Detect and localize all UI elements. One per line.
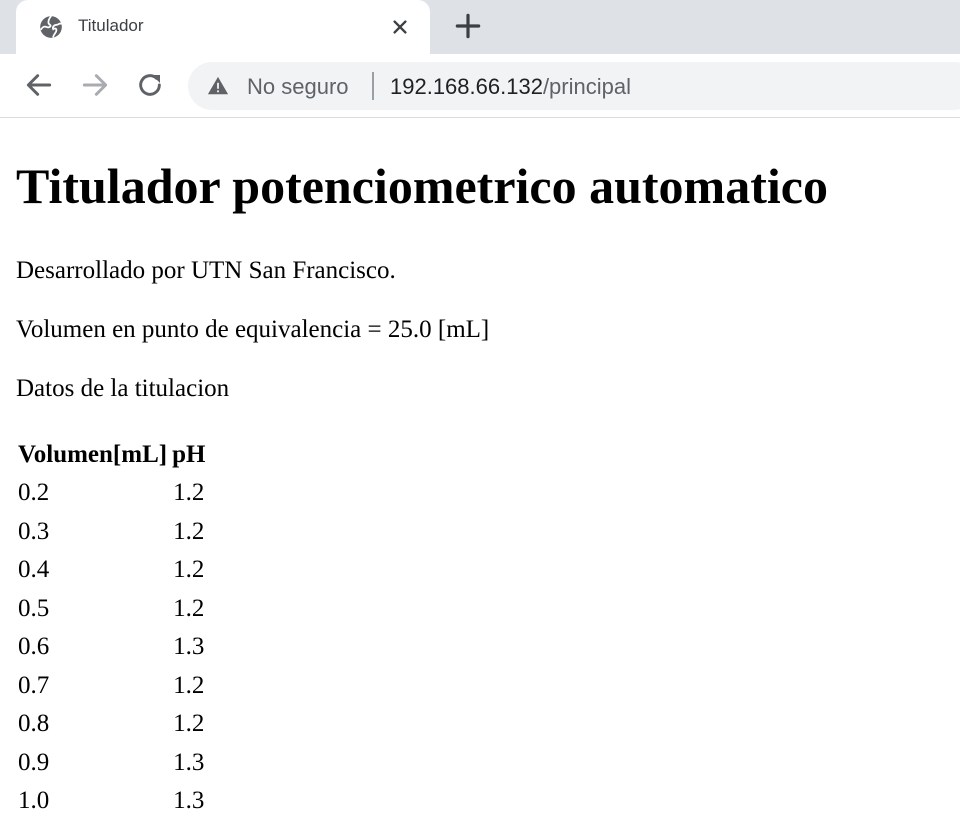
table-row: 0.8 1.2 — [18, 705, 205, 744]
ph-cell: 1.2 — [173, 556, 205, 584]
close-icon[interactable] — [387, 14, 413, 40]
address-bar[interactable]: No seguro 192.168.66.132/principal — [188, 62, 960, 110]
browser-toolbar: No seguro 192.168.66.132/principal — [0, 54, 960, 118]
column-header-volume: Volumen[mL] — [18, 441, 168, 468]
table-row: 0.6 1.3 — [18, 628, 205, 667]
volume-cell: 0.8 — [18, 710, 50, 738]
plus-icon[interactable] — [452, 10, 484, 42]
table-row: 0.3 1.2 — [18, 513, 205, 552]
ph-cell: 1.3 — [173, 633, 205, 661]
volume-cell: 0.6 — [18, 633, 50, 661]
volume-cell: 1.0 — [18, 787, 50, 815]
url-text[interactable]: 192.168.66.132/principal — [390, 74, 631, 100]
column-header-ph: pH — [172, 441, 206, 468]
volume-cell: 0.4 — [18, 556, 50, 584]
equivalence-volume-text: Volumen en punto de equivalencia = 25.0 … — [16, 316, 490, 343]
reload-icon[interactable] — [134, 69, 166, 101]
table-row: 0.9 1.3 — [18, 744, 205, 783]
table-row: 0.2 1.2 — [18, 474, 205, 513]
ph-cell: 1.2 — [173, 594, 205, 622]
page-title: Titulador potenciometrico automatico — [16, 158, 828, 214]
globe-icon — [40, 15, 62, 38]
table-row: 0.5 1.2 — [18, 590, 205, 629]
volume-cell: 0.9 — [18, 748, 50, 776]
tab-title: Titulador — [78, 16, 144, 35]
url-path: /principal — [542, 74, 631, 99]
arrow-left-icon[interactable] — [23, 69, 55, 101]
ph-cell: 1.2 — [173, 517, 205, 545]
warning-triangle-icon[interactable] — [207, 75, 229, 97]
browser-tab[interactable]: Titulador — [16, 0, 430, 54]
security-status-label[interactable]: No seguro — [247, 74, 349, 100]
url-host: 192.168.66.132 — [390, 74, 543, 99]
ph-cell: 1.2 — [173, 671, 205, 699]
table-row: 0.4 1.2 — [18, 551, 205, 590]
tab-strip: Titulador — [0, 0, 960, 54]
titration-data-table: Volumen[mL] pH 0.2 1.2 0.3 1.2 0.4 1.2 0.5 1… — [13, 436, 210, 821]
ph-cell: 1.2 — [173, 479, 205, 507]
table-header-row: Volumen[mL] pH — [18, 436, 205, 474]
page-content: Titulador potenciometrico automatico Des… — [0, 118, 960, 824]
volume-cell: 0.7 — [18, 671, 50, 699]
table-row: 0.7 1.2 — [18, 667, 205, 706]
data-heading: Datos de la titulacion — [16, 375, 230, 402]
volume-cell: 0.5 — [18, 594, 50, 622]
volume-cell: 0.2 — [18, 479, 50, 507]
ph-cell: 1.2 — [173, 710, 205, 738]
omnibox-divider — [372, 72, 374, 100]
arrow-right-icon[interactable] — [79, 69, 111, 101]
volume-cell: 0.3 — [18, 517, 50, 545]
ph-cell: 1.3 — [173, 748, 205, 776]
ph-cell: 1.3 — [173, 787, 205, 815]
table-row: 1.0 1.3 — [18, 782, 205, 821]
developer-text: Desarrollado por UTN San Francisco. — [16, 257, 396, 284]
